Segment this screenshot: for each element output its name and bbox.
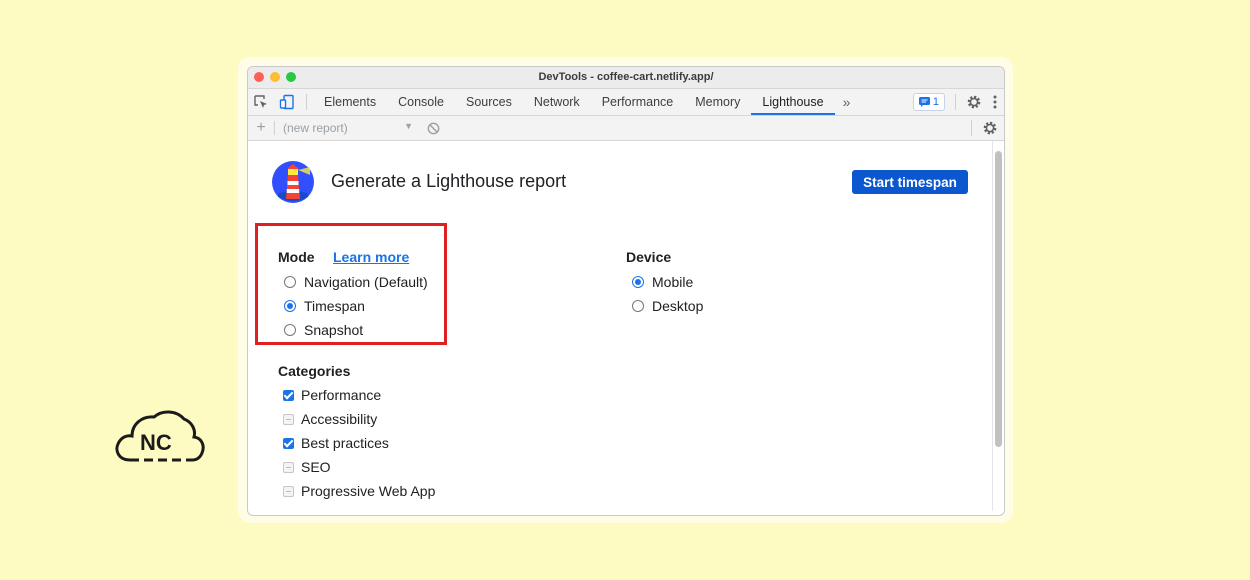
checkbox[interactable] <box>283 461 294 473</box>
tab-memory[interactable]: Memory <box>684 89 751 115</box>
tab-label: Memory <box>695 95 741 109</box>
lighthouse-logo-icon <box>272 161 314 203</box>
tab-label: Elements <box>324 95 377 109</box>
toolbar-separator <box>274 121 275 135</box>
tools-separator <box>955 94 956 110</box>
more-options-icon[interactable] <box>992 94 998 110</box>
lighthouse-toolbar: + (new report) ▼ <box>248 116 1004 141</box>
option-label: SEO <box>301 459 331 475</box>
option-label: Desktop <box>652 298 704 314</box>
window-title: DevTools - coffee-cart.netlify.app/ <box>538 71 714 83</box>
maximize-window-button[interactable] <box>286 72 296 82</box>
tab-lighthouse[interactable]: Lighthouse <box>751 89 835 115</box>
checkbox[interactable] <box>283 485 294 497</box>
nc-cloud-logo: NC <box>115 410 205 462</box>
device-option-mobile[interactable]: Mobile <box>632 274 693 290</box>
option-label: Progressive Web App <box>301 483 436 499</box>
category-accessibility[interactable]: Accessibility <box>283 411 377 427</box>
issues-count: 1 <box>932 96 939 108</box>
tab-separator <box>306 94 307 110</box>
minimize-window-button[interactable] <box>270 72 280 82</box>
radio-button[interactable] <box>632 276 644 288</box>
tab-sources[interactable]: Sources <box>455 89 523 115</box>
window-controls <box>254 72 296 82</box>
tab-label: Network <box>533 95 580 109</box>
tab-label: Performance <box>601 95 674 109</box>
inspect-element-icon[interactable] <box>248 89 274 115</box>
start-timespan-button[interactable]: Start timespan <box>852 170 968 194</box>
category-best-practices[interactable]: Best practices <box>283 435 389 451</box>
device-toolbar-icon[interactable] <box>274 89 300 115</box>
category-pwa[interactable]: Progressive Web App <box>283 483 435 499</box>
tab-console[interactable]: Console <box>387 89 455 115</box>
mode-highlight-box <box>255 223 447 345</box>
close-window-button[interactable] <box>254 72 264 82</box>
option-label: Best practices <box>301 435 389 451</box>
report-select-value: (new report) <box>283 121 348 135</box>
option-label: Performance <box>301 387 382 403</box>
issues-icon <box>918 97 930 107</box>
tab-elements[interactable]: Elements <box>313 89 387 115</box>
settings-gear-icon[interactable] <box>966 94 982 110</box>
option-label: Accessibility <box>301 411 378 427</box>
tab-label: Lighthouse <box>762 95 824 109</box>
tab-performance[interactable]: Performance <box>591 89 685 115</box>
toolbar-separator <box>971 120 972 136</box>
dropdown-arrow-icon: ▼ <box>404 121 413 131</box>
checkbox[interactable] <box>283 389 294 401</box>
checkbox[interactable] <box>283 413 294 425</box>
devtools-tab-bar: Elements Console Sources Network Perform… <box>248 89 1004 116</box>
category-seo[interactable]: SEO <box>283 459 331 475</box>
device-title: Device <box>626 249 672 265</box>
page-title: Generate a Lighthouse report <box>331 171 567 191</box>
scroll-track <box>992 141 993 511</box>
issues-button[interactable]: 1 <box>912 93 945 111</box>
option-label: Mobile <box>652 274 694 290</box>
nc-logo-text: NC <box>140 430 172 455</box>
tab-label: Console <box>398 95 444 109</box>
more-tabs-icon[interactable]: » <box>835 89 859 115</box>
categories-title: Categories <box>278 363 351 379</box>
scrollbar[interactable] <box>995 151 1002 447</box>
tab-network[interactable]: Network <box>523 89 591 115</box>
lighthouse-settings-gear-icon[interactable] <box>982 120 998 136</box>
devtools-right-tools: 1 <box>912 89 998 115</box>
device-option-desktop[interactable]: Desktop <box>632 298 703 314</box>
tab-label: Sources <box>465 95 512 109</box>
category-performance[interactable]: Performance <box>283 387 381 403</box>
add-report-icon[interactable]: + <box>248 119 274 137</box>
checkbox[interactable] <box>283 437 294 449</box>
radio-button[interactable] <box>632 300 644 312</box>
clear-reports-icon[interactable] <box>427 122 440 135</box>
report-select[interactable]: (new report) ▼ <box>283 121 413 135</box>
title-bar: DevTools - coffee-cart.netlify.app/ <box>248 67 1004 89</box>
